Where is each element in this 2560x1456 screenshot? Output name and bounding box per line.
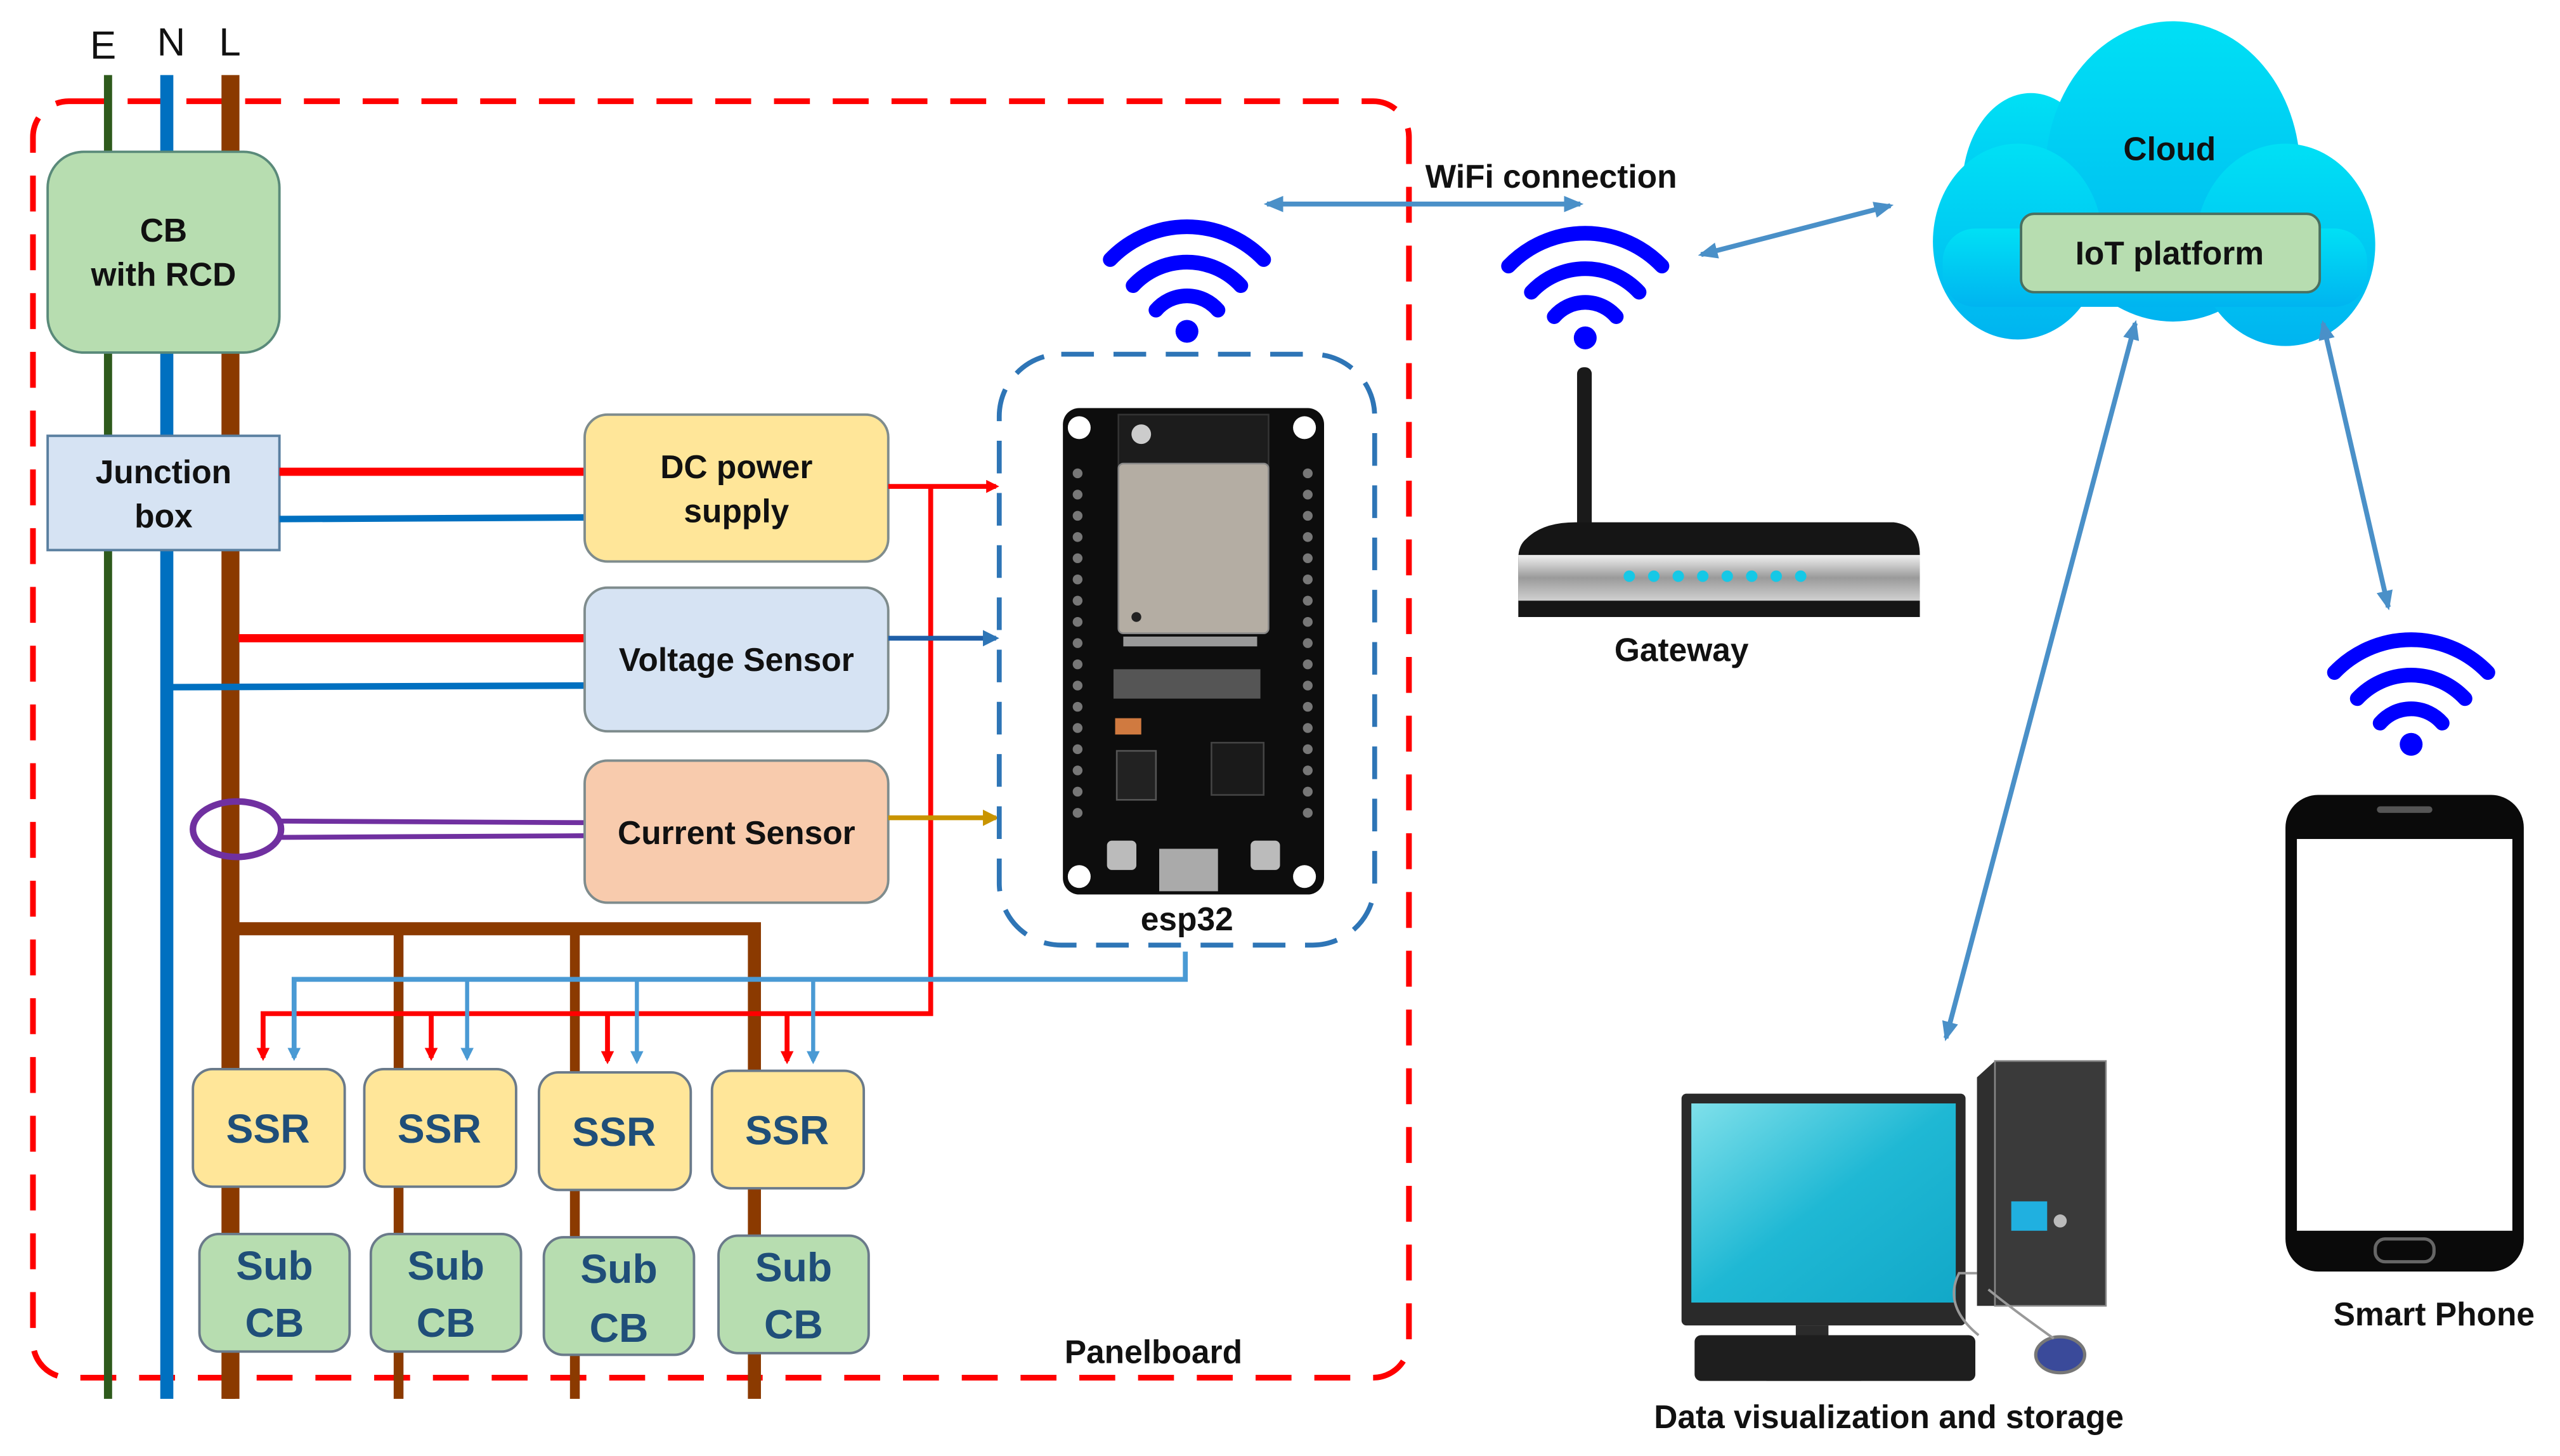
esp32-board: [1063, 408, 1324, 895]
junction-box-label-line1: Junction: [96, 453, 231, 490]
rail-label-earth: E: [90, 24, 116, 68]
sub-cb-label-line1: Sub: [236, 1243, 313, 1289]
sub-cb-label-line2: CB: [417, 1300, 476, 1346]
smartphone: [2285, 795, 2524, 1272]
cloud-label: Cloud: [2123, 130, 2216, 167]
ssr-unit-2: SSR Sub CB: [363, 1068, 523, 1353]
ssr-label: SSR: [745, 1107, 829, 1153]
vs-neutral-wire: [167, 682, 585, 691]
voltage-sensor-label: Voltage Sensor: [619, 641, 854, 678]
smartphone-label: Smart Phone: [2334, 1296, 2535, 1332]
cb-rcd-box: [46, 150, 281, 354]
rail-label-neutral: N: [157, 21, 186, 65]
esp32-control-bus: [287, 951, 1188, 1062]
ssr-label: SSR: [226, 1106, 309, 1152]
wifi-connection-label: WiFi connection: [1426, 158, 1677, 195]
esp32-label: esp32: [1141, 900, 1233, 937]
sub-cb-label-line2: CB: [590, 1305, 649, 1351]
gateway-label: Gateway: [1615, 631, 1749, 668]
current-sensor-label: Current Sensor: [618, 814, 855, 851]
gateway-cloud-arrow: [1698, 202, 1894, 259]
desktop-computer: [1681, 1060, 2107, 1381]
dc-power-supply-box: [583, 413, 890, 563]
ssr-unit-1: SSR Sub CB: [192, 1068, 351, 1353]
gateway-wifi-icon: [1501, 226, 1670, 349]
sub-cb-label-line1: Sub: [407, 1243, 484, 1289]
cloud-computer-arrow: [1942, 320, 2140, 1042]
sub-cb-label-line1: Sub: [755, 1245, 833, 1290]
ssr-unit-3: SSR Sub CB: [537, 1071, 696, 1356]
sub-cb-label-line2: CB: [245, 1300, 304, 1346]
iot-panelboard-diagram: Panelboard E N L CB with RCD Junction bo…: [30, 21, 2535, 1435]
ssr-unit-4: SSR Sub CB: [710, 1069, 870, 1355]
esp32-wifi-icon: [1103, 219, 1271, 343]
sub-cb-label-line2: CB: [764, 1302, 823, 1348]
ct-wire-bottom: [279, 833, 585, 840]
ssr-label: SSR: [572, 1109, 656, 1155]
ct-wire-top: [279, 818, 585, 826]
computer-label: Data visualization and storage: [1654, 1398, 2124, 1435]
ssr-label: SSR: [398, 1106, 481, 1152]
cloud-shape: [1933, 21, 2375, 346]
dc-neutral-wire: [279, 514, 585, 523]
gateway-router: [1518, 367, 1920, 617]
cb-rcd-label-line2: with RCD: [91, 256, 237, 292]
cloud-phone-arrow: [2318, 320, 2393, 611]
junction-box-label-line2: box: [134, 497, 193, 534]
cb-rcd-label-line1: CB: [140, 212, 187, 249]
sub-cb-label-line1: Sub: [580, 1246, 658, 1292]
panelboard-label: Panelboard: [1065, 1333, 1242, 1370]
rail-label-live: L: [219, 21, 240, 65]
phone-wifi-icon: [2327, 632, 2495, 756]
dc-power-label-line2: supply: [684, 493, 789, 530]
iot-platform-label: IoT platform: [2076, 235, 2264, 271]
dc-power-label-line1: DC power: [660, 448, 812, 485]
